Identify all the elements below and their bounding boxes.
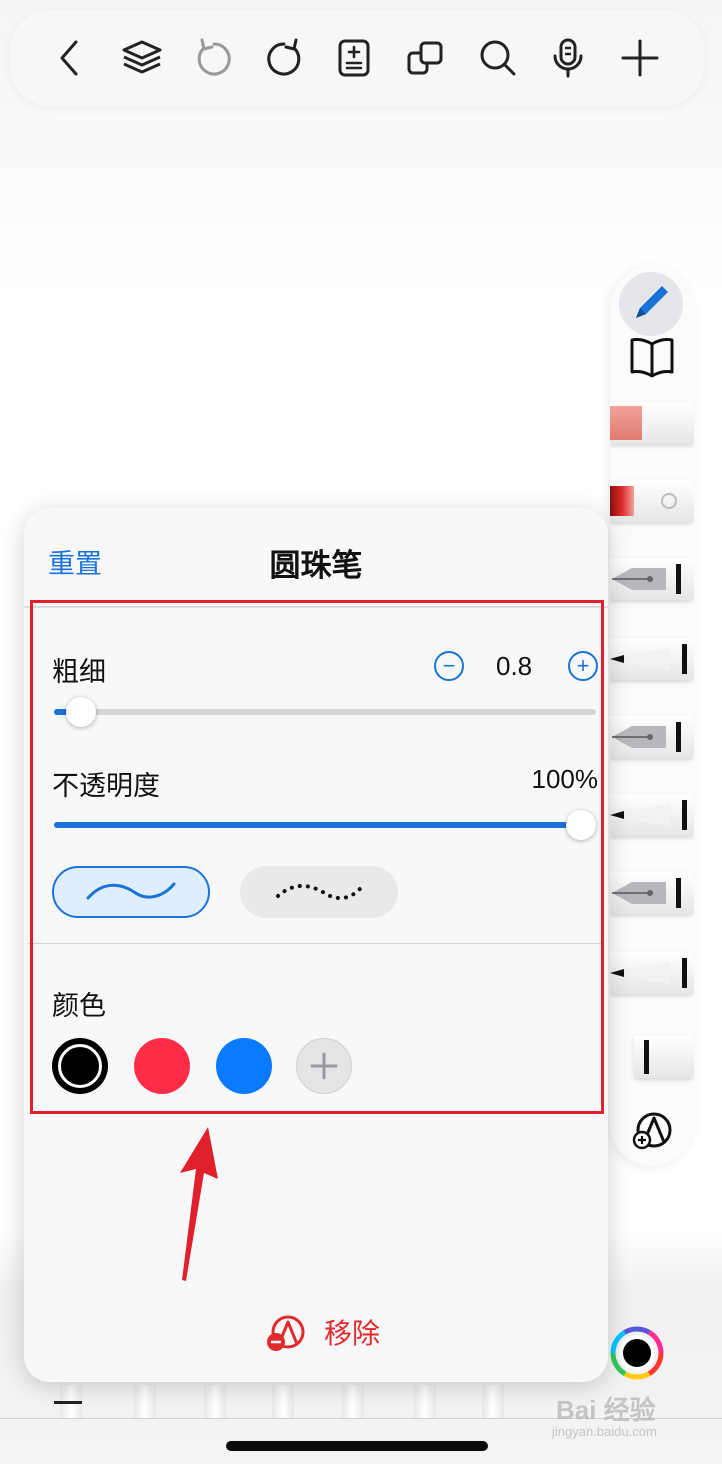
annotation-arrow [180,1127,218,1281]
background-tool [54,1385,82,1419]
eraser-tool[interactable] [610,402,694,444]
search-icon[interactable] [474,34,522,82]
watermark-sub: jingyan.baidu.com [552,1424,657,1439]
add-tool-icon[interactable] [610,1104,694,1160]
highlighter-tool[interactable] [610,480,694,522]
add-icon[interactable] [616,34,664,82]
back-icon[interactable] [46,34,94,82]
book-icon[interactable] [610,330,694,386]
panel-header: 重置 圆珠笔 [24,508,608,606]
remove-button[interactable]: 移除 [24,1308,608,1358]
background-tool [342,1385,364,1419]
panel-title: 圆珠笔 [269,548,363,583]
top-toolbar [10,10,704,106]
background-tool [204,1385,226,1419]
fountain-pen-tool-3[interactable] [610,872,694,914]
marker-tool[interactable] [634,1036,694,1078]
watermark-main: Bai 经验 [556,1395,656,1425]
watermark: Bai 经验 jingyan.baidu.com [548,1390,718,1450]
ballpoint-tool[interactable] [610,638,694,680]
background-tool [272,1385,294,1419]
redo-icon[interactable] [260,34,308,82]
remove-tool-icon [267,1315,305,1351]
background-tool [134,1385,156,1419]
fountain-pen-tool[interactable] [610,558,694,600]
microphone-icon[interactable] [544,34,592,82]
ballpoint-tool-3[interactable] [610,952,694,994]
home-indicator [226,1441,488,1451]
fountain-pen-tool-2[interactable] [610,716,694,758]
undo-icon[interactable] [190,34,238,82]
copy-icon[interactable] [402,34,450,82]
remove-label: 移除 [324,1318,381,1349]
layers-icon[interactable] [118,34,166,82]
pencil-icon[interactable] [610,270,694,336]
add-page-icon[interactable] [330,34,378,82]
tool-strip [610,266,694,1166]
background-tool [414,1385,436,1419]
highlight-annotation-box [30,600,604,1114]
background-tool [482,1385,504,1419]
ballpoint-tool-2[interactable] [610,794,694,836]
color-wheel-icon[interactable] [610,1326,664,1380]
